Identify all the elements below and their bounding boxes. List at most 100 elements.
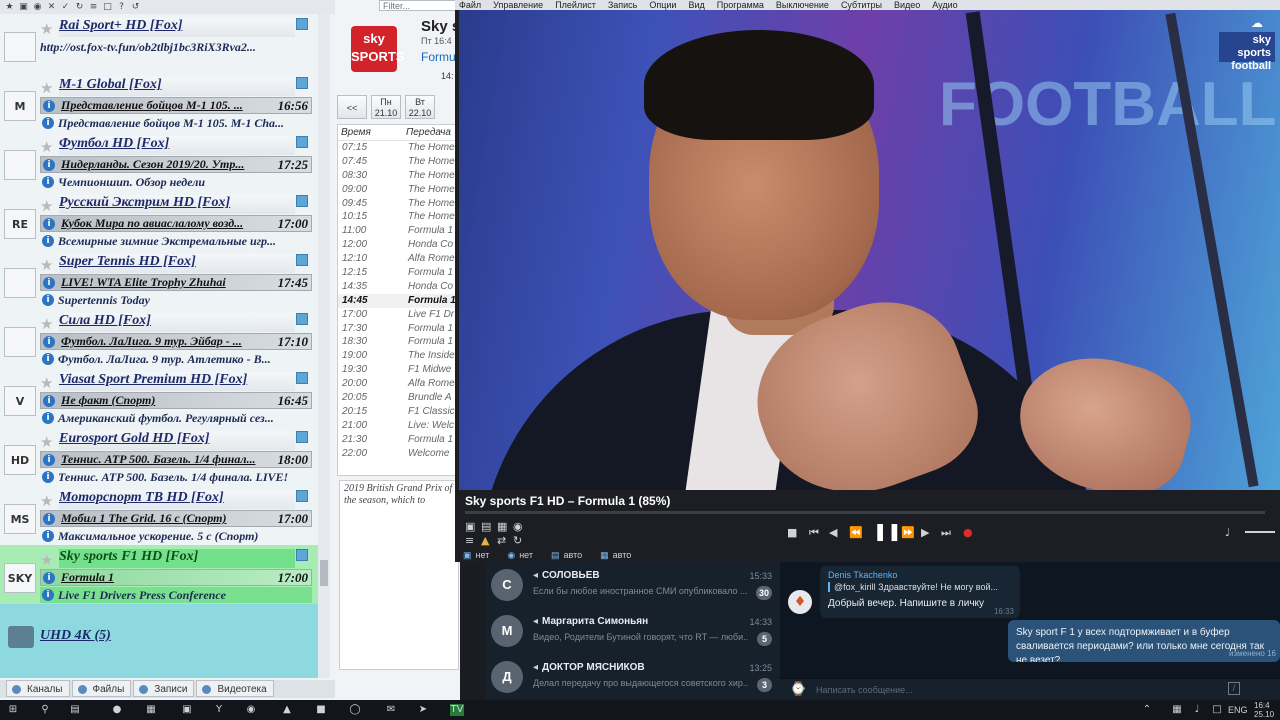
firefox-icon[interactable]: ◯: [348, 704, 362, 716]
epg-row[interactable]: 11:00 Formula 1: [338, 224, 458, 238]
toolbar-icon[interactable]: ↺: [130, 2, 141, 12]
favorite-star-icon[interactable]: ★: [40, 551, 53, 569]
epg-row[interactable]: 14:45 Formula 1: [338, 293, 458, 308]
favorite-star-icon[interactable]: ★: [40, 492, 53, 510]
epg-row[interactable]: 10:15 The Home: [338, 210, 458, 224]
toolbar-icon[interactable]: ✕: [46, 2, 57, 12]
next-icon[interactable]: ⏭: [941, 526, 951, 540]
menu-item[interactable]: Запись: [608, 0, 638, 10]
epg-row[interactable]: 20:00 Alfa Rome: [338, 377, 458, 391]
attach-icon[interactable]: ⌚: [790, 682, 806, 697]
message-input[interactable]: [816, 683, 1196, 697]
info-icon[interactable]: i: [43, 572, 55, 584]
channel-name[interactable]: Моторспорт ТВ HD [Fox]: [59, 490, 295, 509]
mail-icon[interactable]: ✉: [384, 704, 398, 716]
window-icon[interactable]: ▤: [481, 520, 491, 533]
channel-item[interactable]: RE ★ Русский Экстрим HD [Fox] i Кубок Мира п…: [0, 191, 318, 250]
warning-icon[interactable]: ▲: [481, 534, 489, 547]
forward-step-icon[interactable]: ▶: [921, 526, 929, 539]
epg-row[interactable]: 09:00 The Home: [338, 183, 458, 197]
epg-row[interactable]: 17:30 Formula 1: [338, 322, 458, 336]
seek-bar[interactable]: [465, 511, 1265, 514]
info-icon[interactable]: i: [43, 513, 55, 525]
channel-name[interactable]: Viasat Sport Premium HD [Fox]: [59, 372, 295, 391]
current-program[interactable]: i Футбол. ЛаЛига. 9 тур. Эйбар - ... 17:10: [40, 333, 312, 350]
toolbar-icon[interactable]: ≡: [88, 2, 99, 12]
tab-2[interactable]: Записи: [133, 680, 195, 697]
toolbar-icon[interactable]: ★: [4, 2, 15, 12]
channel-name[interactable]: Русский Экстрим HD [Fox]: [59, 195, 295, 214]
video-frame[interactable]: FOOTBALL sky sports football ☁: [459, 10, 1280, 490]
app-icon[interactable]: ▲: [280, 704, 294, 716]
tray-icon[interactable]: ⌃: [1140, 704, 1154, 716]
toolbar-icon[interactable]: □: [102, 2, 113, 12]
channel-item[interactable]: MS ★ Моторспорт ТВ HD [Fox] i Мобил 1 The Gr…: [0, 486, 318, 545]
info-icon[interactable]: i: [43, 277, 55, 289]
channel-item[interactable]: M ★ M-1 Global [Fox] i Представление бойцов …: [0, 73, 318, 132]
next-program[interactable]: i Supertennis Today: [40, 292, 312, 308]
menu-item[interactable]: Опции: [649, 0, 676, 10]
favorite-star-icon[interactable]: ★: [40, 256, 53, 274]
epg-row[interactable]: 22:00 Welcome: [338, 447, 458, 461]
info-icon[interactable]: i: [43, 454, 55, 466]
notification-icon[interactable]: □: [1210, 704, 1224, 716]
menu-item[interactable]: Аудио: [932, 0, 957, 10]
epg-row[interactable]: 21:30 Formula 1: [338, 433, 458, 447]
epg-row[interactable]: 14:35 Honda Co: [338, 280, 458, 294]
repeat-icon[interactable]: ↻: [513, 534, 522, 547]
command-icon[interactable]: /: [1228, 682, 1240, 695]
clock[interactable]: 16:4 25.10: [1254, 701, 1274, 719]
info-icon[interactable]: i: [42, 235, 54, 247]
next-program[interactable]: i Футбол. ЛаЛига. 9 тур. Атлетико - В...: [40, 351, 312, 367]
current-program[interactable]: i Представление бойцов M-1 105. ... 16:56: [40, 97, 312, 114]
channel-name[interactable]: Eurosport Gold HD [Fox]: [59, 431, 295, 450]
epg-row[interactable]: 19:30 F1 Midwe: [338, 363, 458, 377]
chat-item[interactable]: М Маргарита Симоньян 14:33Видео, Родители …: [485, 608, 780, 654]
toolbar-icon[interactable]: ◉: [32, 2, 43, 12]
epg-row[interactable]: 12:00 Honda Co: [338, 238, 458, 252]
channel-item[interactable]: SKY ★ Sky sports F1 HD [Fox] i Formula 1 17:0…: [0, 545, 318, 604]
epg-row[interactable]: 08:30 The Home: [338, 169, 458, 183]
menu-item[interactable]: Выключение: [776, 0, 829, 10]
status-toggle[interactable]: ◉ нет: [507, 550, 533, 561]
channel-name[interactable]: Super Tennis HD [Fox]: [59, 254, 295, 273]
menu-item[interactable]: Управление: [493, 0, 543, 10]
volume-icon[interactable]: ♩: [1225, 526, 1230, 539]
day-button[interactable]: Пн 21.10: [371, 95, 401, 119]
channel-item[interactable]: ★ Rai Sport+ HD [Fox] http://ost.fox-tv.fu…: [0, 14, 318, 73]
epg-row[interactable]: 21:00 Live: Welc: [338, 419, 458, 433]
fox-avatar[interactable]: ♦: [788, 590, 812, 614]
info-icon[interactable]: i: [42, 412, 54, 424]
tab-0[interactable]: Каналы: [6, 680, 70, 697]
incoming-message[interactable]: Denis Tkachenko @fox_kirill Здравствуйте…: [820, 566, 1020, 618]
menu-item[interactable]: Плейлист: [555, 0, 596, 10]
channel-item[interactable]: V ★ Viasat Sport Premium HD [Fox] i Не факт …: [0, 368, 318, 427]
epg-row[interactable]: 19:00 The Inside: [338, 349, 458, 363]
chat-item[interactable]: С СОЛОВЬЕВ 15:33Если бы любое иностранное …: [485, 562, 780, 608]
yandex-icon[interactable]: Y: [212, 704, 226, 716]
group-label[interactable]: UHD 4K (5): [40, 628, 111, 644]
next-program[interactable]: i Чемпионшип. Обзор недели: [40, 174, 312, 190]
current-program[interactable]: i Мобил 1 The Grid. 16 с (Спорт) 17:00: [40, 510, 312, 527]
channel-item[interactable]: HD ★ Eurosport Gold HD [Fox] i Теннис. ATP 5…: [0, 427, 318, 486]
info-icon[interactable]: i: [42, 117, 54, 129]
volume-icon[interactable]: ♩: [1190, 704, 1204, 716]
channel-group-uhd[interactable]: UHD 4K (5): [0, 604, 318, 678]
epg-row[interactable]: 12:10 Alfa Rome: [338, 252, 458, 266]
search-icon[interactable]: ⚲: [38, 704, 52, 716]
info-icon[interactable]: i: [43, 395, 55, 407]
favorite-star-icon[interactable]: ★: [40, 79, 53, 97]
menu-item[interactable]: Программа: [717, 0, 764, 10]
info-icon[interactable]: i: [42, 294, 54, 306]
app-icon[interactable]: ■: [314, 704, 328, 716]
stop-icon[interactable]: ■: [787, 526, 797, 539]
equalizer-icon[interactable]: ≡: [465, 534, 474, 547]
tv-app-icon[interactable]: TV: [450, 704, 464, 716]
current-program[interactable]: i Не факт (Спорт) 16:45: [40, 392, 312, 409]
favorite-star-icon[interactable]: ★: [40, 138, 53, 156]
filter-input[interactable]: [379, 0, 459, 11]
epg-row[interactable]: 18:30 Formula 1: [338, 335, 458, 349]
toolbar-icon[interactable]: ?: [116, 2, 127, 12]
folder-icon[interactable]: ▦: [144, 704, 158, 716]
rewind-step-icon[interactable]: ◀: [829, 526, 837, 539]
